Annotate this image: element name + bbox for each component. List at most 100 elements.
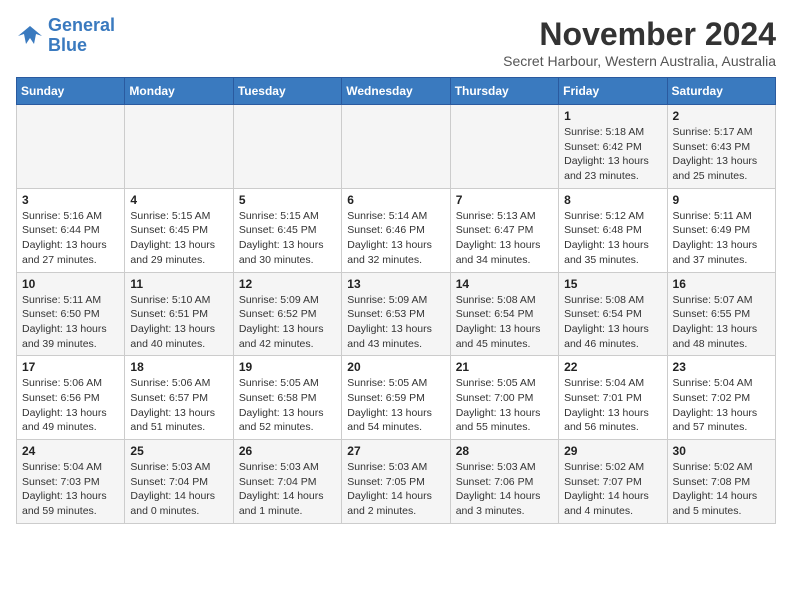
- day-number: 27: [347, 444, 444, 458]
- calendar-cell: [450, 105, 558, 189]
- day-number: 24: [22, 444, 119, 458]
- weekday-header-sunday: Sunday: [17, 78, 125, 105]
- day-info: Sunrise: 5:03 AM Sunset: 7:06 PM Dayligh…: [456, 460, 553, 519]
- weekday-header-saturday: Saturday: [667, 78, 775, 105]
- calendar-cell: 21 Sunrise: 5:05 AM Sunset: 7:00 PM Dayli…: [450, 356, 558, 440]
- day-info: Sunrise: 5:15 AM Sunset: 6:45 PM Dayligh…: [239, 209, 336, 268]
- day-number: 4: [130, 193, 227, 207]
- calendar-cell: 12 Sunrise: 5:09 AM Sunset: 6:52 PM Dayli…: [233, 272, 341, 356]
- day-number: 29: [564, 444, 661, 458]
- weekday-header-row: SundayMondayTuesdayWednesdayThursdayFrid…: [17, 78, 776, 105]
- calendar-cell: 19 Sunrise: 5:05 AM Sunset: 6:58 PM Dayli…: [233, 356, 341, 440]
- calendar-table: SundayMondayTuesdayWednesdayThursdayFrid…: [16, 77, 776, 524]
- calendar-cell: 4Sunrise: 5:15 AM Sunset: 6:45 PM Daylig…: [125, 188, 233, 272]
- calendar-cell: 9 Sunrise: 5:11 AM Sunset: 6:49 PM Daylig…: [667, 188, 775, 272]
- page-header: General Blue November 2024 Secret Harbou…: [16, 16, 776, 69]
- day-info: Sunrise: 5:08 AM Sunset: 6:54 PM Dayligh…: [456, 293, 553, 352]
- calendar-cell: 20 Sunrise: 5:05 AM Sunset: 6:59 PM Dayli…: [342, 356, 450, 440]
- day-number: 15: [564, 277, 661, 291]
- day-info: Sunrise: 5:13 AM Sunset: 6:47 PM Dayligh…: [456, 209, 553, 268]
- calendar-cell: 22 Sunrise: 5:04 AM Sunset: 7:01 PM Dayli…: [559, 356, 667, 440]
- weekday-header-thursday: Thursday: [450, 78, 558, 105]
- calendar-cell: 15 Sunrise: 5:08 AM Sunset: 6:54 PM Dayli…: [559, 272, 667, 356]
- day-info: Sunrise: 5:05 AM Sunset: 6:59 PM Dayligh…: [347, 376, 444, 435]
- day-info: Sunrise: 5:17 AM Sunset: 6:43 PM Dayligh…: [673, 125, 770, 184]
- logo: General Blue: [16, 16, 115, 56]
- calendar-cell: 25Sunrise: 5:03 AM Sunset: 7:04 PM Dayli…: [125, 440, 233, 524]
- day-number: 19: [239, 360, 336, 374]
- calendar-cell: 10 Sunrise: 5:11 AM Sunset: 6:50 PM Dayli…: [17, 272, 125, 356]
- day-number: 6: [347, 193, 444, 207]
- calendar-cell: [342, 105, 450, 189]
- calendar-week-row: 3 Sunrise: 5:16 AM Sunset: 6:44 PM Daylig…: [17, 188, 776, 272]
- calendar-week-row: 1Sunrise: 5:18 AM Sunset: 6:42 PM Daylig…: [17, 105, 776, 189]
- calendar-cell: 30 Sunrise: 5:02 AM Sunset: 7:08 PM Dayli…: [667, 440, 775, 524]
- day-info: Sunrise: 5:06 AM Sunset: 6:57 PM Dayligh…: [130, 376, 227, 435]
- day-info: Sunrise: 5:11 AM Sunset: 6:50 PM Dayligh…: [22, 293, 119, 352]
- weekday-header-monday: Monday: [125, 78, 233, 105]
- calendar-cell: 1Sunrise: 5:18 AM Sunset: 6:42 PM Daylig…: [559, 105, 667, 189]
- day-number: 18: [130, 360, 227, 374]
- calendar-body: 1Sunrise: 5:18 AM Sunset: 6:42 PM Daylig…: [17, 105, 776, 524]
- calendar-cell: [233, 105, 341, 189]
- day-number: 5: [239, 193, 336, 207]
- day-number: 2: [673, 109, 770, 123]
- day-info: Sunrise: 5:11 AM Sunset: 6:49 PM Dayligh…: [673, 209, 770, 268]
- weekday-header-wednesday: Wednesday: [342, 78, 450, 105]
- day-number: 30: [673, 444, 770, 458]
- day-info: Sunrise: 5:05 AM Sunset: 6:58 PM Dayligh…: [239, 376, 336, 435]
- day-info: Sunrise: 5:04 AM Sunset: 7:01 PM Dayligh…: [564, 376, 661, 435]
- day-number: 17: [22, 360, 119, 374]
- calendar-cell: 11Sunrise: 5:10 AM Sunset: 6:51 PM Dayli…: [125, 272, 233, 356]
- day-number: 25: [130, 444, 227, 458]
- calendar-cell: 7 Sunrise: 5:13 AM Sunset: 6:47 PM Daylig…: [450, 188, 558, 272]
- calendar-cell: 24 Sunrise: 5:04 AM Sunset: 7:03 PM Dayli…: [17, 440, 125, 524]
- day-info: Sunrise: 5:06 AM Sunset: 6:56 PM Dayligh…: [22, 376, 119, 435]
- day-info: Sunrise: 5:02 AM Sunset: 7:08 PM Dayligh…: [673, 460, 770, 519]
- day-number: 13: [347, 277, 444, 291]
- calendar-week-row: 24 Sunrise: 5:04 AM Sunset: 7:03 PM Dayli…: [17, 440, 776, 524]
- day-number: 9: [673, 193, 770, 207]
- day-info: Sunrise: 5:04 AM Sunset: 7:02 PM Dayligh…: [673, 376, 770, 435]
- calendar-cell: 3 Sunrise: 5:16 AM Sunset: 6:44 PM Daylig…: [17, 188, 125, 272]
- day-info: Sunrise: 5:10 AM Sunset: 6:51 PM Dayligh…: [130, 293, 227, 352]
- calendar-cell: [125, 105, 233, 189]
- calendar-cell: 6 Sunrise: 5:14 AM Sunset: 6:46 PM Daylig…: [342, 188, 450, 272]
- day-info: Sunrise: 5:04 AM Sunset: 7:03 PM Dayligh…: [22, 460, 119, 519]
- calendar-cell: 16Sunrise: 5:07 AM Sunset: 6:55 PM Dayli…: [667, 272, 775, 356]
- day-number: 20: [347, 360, 444, 374]
- calendar-header: SundayMondayTuesdayWednesdayThursdayFrid…: [17, 78, 776, 105]
- day-number: 21: [456, 360, 553, 374]
- day-number: 7: [456, 193, 553, 207]
- day-info: Sunrise: 5:05 AM Sunset: 7:00 PM Dayligh…: [456, 376, 553, 435]
- calendar-cell: 2 Sunrise: 5:17 AM Sunset: 6:43 PM Daylig…: [667, 105, 775, 189]
- calendar-cell: 26Sunrise: 5:03 AM Sunset: 7:04 PM Dayli…: [233, 440, 341, 524]
- logo-text: General Blue: [48, 16, 115, 56]
- day-info: Sunrise: 5:09 AM Sunset: 6:53 PM Dayligh…: [347, 293, 444, 352]
- day-number: 10: [22, 277, 119, 291]
- day-info: Sunrise: 5:14 AM Sunset: 6:46 PM Dayligh…: [347, 209, 444, 268]
- day-number: 14: [456, 277, 553, 291]
- day-number: 28: [456, 444, 553, 458]
- day-info: Sunrise: 5:18 AM Sunset: 6:42 PM Dayligh…: [564, 125, 661, 184]
- calendar-cell: [17, 105, 125, 189]
- calendar-cell: 13 Sunrise: 5:09 AM Sunset: 6:53 PM Dayli…: [342, 272, 450, 356]
- day-info: Sunrise: 5:08 AM Sunset: 6:54 PM Dayligh…: [564, 293, 661, 352]
- calendar-cell: 17 Sunrise: 5:06 AM Sunset: 6:56 PM Dayli…: [17, 356, 125, 440]
- day-number: 3: [22, 193, 119, 207]
- day-info: Sunrise: 5:07 AM Sunset: 6:55 PM Dayligh…: [673, 293, 770, 352]
- day-info: Sunrise: 5:09 AM Sunset: 6:52 PM Dayligh…: [239, 293, 336, 352]
- calendar-cell: 14 Sunrise: 5:08 AM Sunset: 6:54 PM Dayli…: [450, 272, 558, 356]
- weekday-header-friday: Friday: [559, 78, 667, 105]
- day-number: 22: [564, 360, 661, 374]
- day-info: Sunrise: 5:12 AM Sunset: 6:48 PM Dayligh…: [564, 209, 661, 268]
- day-number: 12: [239, 277, 336, 291]
- calendar-cell: 8Sunrise: 5:12 AM Sunset: 6:48 PM Daylig…: [559, 188, 667, 272]
- day-number: 23: [673, 360, 770, 374]
- calendar-cell: 18 Sunrise: 5:06 AM Sunset: 6:57 PM Dayli…: [125, 356, 233, 440]
- day-info: Sunrise: 5:16 AM Sunset: 6:44 PM Dayligh…: [22, 209, 119, 268]
- calendar-cell: 28 Sunrise: 5:03 AM Sunset: 7:06 PM Dayli…: [450, 440, 558, 524]
- day-info: Sunrise: 5:03 AM Sunset: 7:04 PM Dayligh…: [239, 460, 336, 519]
- day-info: Sunrise: 5:03 AM Sunset: 7:05 PM Dayligh…: [347, 460, 444, 519]
- main-title: November 2024: [503, 16, 776, 53]
